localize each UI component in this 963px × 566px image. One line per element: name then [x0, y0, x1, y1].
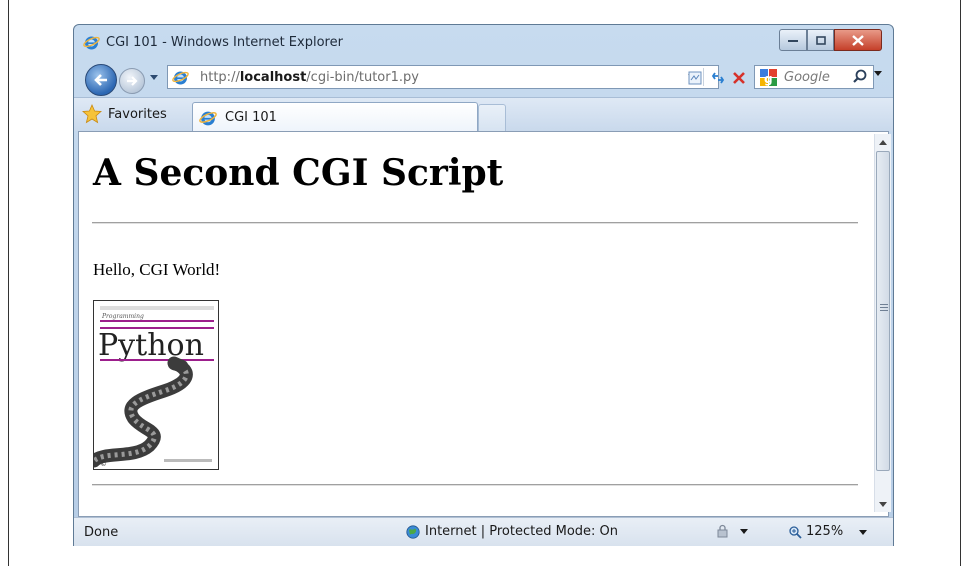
- refresh-icon: [711, 72, 725, 84]
- status-text: Done: [84, 525, 119, 540]
- stop-icon: [733, 72, 745, 84]
- book-title: Python: [98, 328, 204, 363]
- tab-bar: Favorites CGI 101: [74, 97, 893, 132]
- search-options-dropdown[interactable]: [874, 71, 882, 76]
- svg-text:©: ©: [100, 460, 107, 468]
- zone-text: Internet | Protected Mode: On: [425, 524, 619, 539]
- ie-icon: [83, 36, 100, 50]
- google-icon: g: [760, 69, 777, 86]
- back-button[interactable]: [85, 64, 117, 96]
- page-heading: A Second CGI Script: [93, 152, 504, 194]
- recent-pages-dropdown[interactable]: [150, 75, 160, 85]
- greeting-text: Hello, CGI World!: [93, 260, 221, 279]
- zoom-dropdown[interactable]: [859, 530, 867, 535]
- chevron-up-icon: [879, 139, 887, 145]
- tab-label: CGI 101: [225, 110, 277, 125]
- favorites-button[interactable]: Favorites: [82, 102, 167, 126]
- search-placeholder: Google: [784, 70, 830, 85]
- address-toolbar: http://localhost/cgi-bin/tutor1.py g Goo…: [74, 61, 893, 96]
- compatibility-icon: [688, 71, 702, 85]
- vertical-scrollbar[interactable]: [874, 134, 891, 512]
- chevron-down-icon: [874, 71, 882, 76]
- url-text[interactable]: http://localhost/cgi-bin/tutor1.py: [200, 70, 419, 85]
- scroll-up-button[interactable]: [875, 134, 891, 150]
- close-icon: [852, 34, 864, 46]
- compatibility-button[interactable]: [686, 69, 704, 87]
- back-icon: [94, 74, 107, 86]
- status-bar: Done Internet | Protected Mode: On 125%: [74, 517, 893, 546]
- star-icon: [82, 104, 102, 124]
- security-zone[interactable]: Internet | Protected Mode: On: [406, 524, 618, 539]
- url-host: localhost: [239, 70, 307, 85]
- lock-icon: [717, 524, 728, 538]
- stop-button[interactable]: [730, 69, 748, 87]
- security-status-button[interactable]: [716, 524, 748, 538]
- svg-text:g: g: [764, 72, 773, 86]
- horizontal-rule: [92, 222, 858, 224]
- zoom-icon: [789, 525, 802, 539]
- scroll-down-button[interactable]: [875, 496, 891, 512]
- chevron-down-icon: [740, 528, 748, 534]
- horizontal-rule: [92, 484, 858, 486]
- browser-window: CGI 101 - Windows Internet Explorer http…: [73, 24, 894, 546]
- ie-icon: [199, 111, 217, 125]
- book-cover-image: Programming Python ©: [93, 300, 219, 470]
- forward-icon: [127, 76, 138, 86]
- address-bar[interactable]: http://localhost/cgi-bin/tutor1.py: [167, 65, 719, 89]
- chevron-down-icon: [150, 75, 158, 80]
- favorites-label: Favorites: [108, 106, 167, 122]
- zoom-level: 125%: [806, 524, 844, 539]
- scrollbar-thumb[interactable]: [876, 151, 890, 471]
- search-icon[interactable]: [851, 68, 869, 86]
- chevron-down-icon: [859, 530, 867, 535]
- title-bar: CGI 101 - Windows Internet Explorer: [74, 25, 893, 61]
- page-viewport: A Second CGI Script Hello, CGI World! Pr…: [78, 131, 891, 517]
- close-button[interactable]: [834, 29, 882, 51]
- maximize-button[interactable]: [807, 29, 834, 51]
- book-subtitle: Programming: [101, 313, 144, 320]
- chevron-down-icon: [879, 501, 887, 507]
- maximize-icon: [815, 35, 826, 45]
- grip-icon: [880, 304, 888, 313]
- ie-page-icon: [172, 71, 189, 85]
- tab-cgi-101[interactable]: CGI 101: [192, 102, 478, 132]
- url-scheme: http://: [200, 70, 240, 85]
- new-tab-button[interactable]: [478, 104, 506, 132]
- zoom-control[interactable]: 125%: [788, 524, 843, 539]
- minimize-icon: [788, 40, 798, 42]
- python-snake-illustration: Programming Python ©: [94, 301, 218, 469]
- globe-icon: [406, 524, 420, 539]
- forward-button[interactable]: [119, 68, 145, 94]
- minimize-button[interactable]: [779, 29, 807, 51]
- window-title: CGI 101 - Windows Internet Explorer: [106, 35, 343, 50]
- refresh-button[interactable]: [709, 69, 727, 87]
- url-path: /cgi-bin/tutor1.py: [306, 70, 419, 85]
